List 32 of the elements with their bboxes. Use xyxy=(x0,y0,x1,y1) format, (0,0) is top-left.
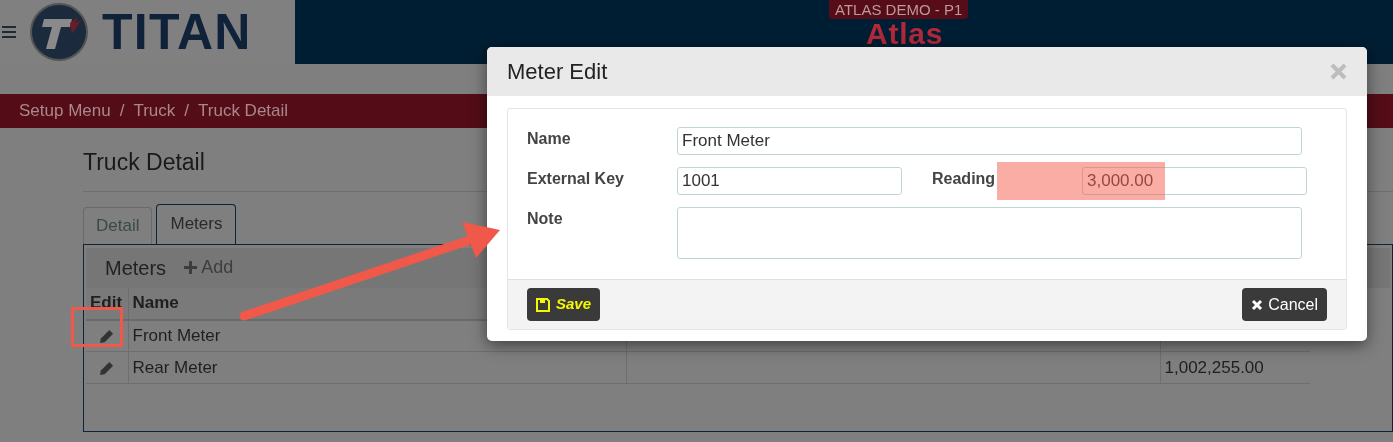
breadcrumb-link[interactable]: Setup Menu xyxy=(19,98,111,124)
field-label: Note xyxy=(527,209,564,229)
app-logo-text: Atlas xyxy=(866,19,944,49)
floppy-icon xyxy=(536,297,550,312)
table-cell: Rear Meter xyxy=(128,351,626,384)
breadcrumb-link[interactable]: Truck xyxy=(133,98,176,124)
breadcrumb-link[interactable]: Truck Detail xyxy=(198,98,289,124)
add-button[interactable]: Add xyxy=(184,254,234,281)
pencil-icon[interactable] xyxy=(99,329,115,344)
close-icon xyxy=(1251,298,1264,311)
input-field[interactable]: Front Meter xyxy=(677,127,1302,155)
field-label: Reading xyxy=(932,169,997,189)
menu-icon[interactable] xyxy=(2,26,16,38)
input-field[interactable]: 3,000.00 xyxy=(1082,167,1307,195)
tab[interactable]: Detail xyxy=(83,206,153,244)
highlight-frame xyxy=(71,307,123,347)
field-label: External Key xyxy=(527,169,625,189)
cancel-button[interactable]: Cancel xyxy=(1242,288,1327,321)
plus-icon xyxy=(184,261,198,274)
input-field[interactable]: 1001 xyxy=(677,167,902,195)
pencil-icon[interactable] xyxy=(99,360,115,376)
save-button[interactable]: Save xyxy=(527,288,601,321)
breadcrumb-separator: / xyxy=(184,100,190,123)
panel-title: Meters xyxy=(105,255,167,281)
field-label: Name xyxy=(527,129,572,149)
logo-icon xyxy=(30,3,88,61)
table-cell: 1,002,255.00 xyxy=(1160,351,1310,384)
breadcrumb-separator: / xyxy=(119,100,125,123)
brand-name: TITAN xyxy=(102,7,252,57)
environment-badge: ATLAS DEMO - P1 xyxy=(829,0,969,19)
dialog-title: Meter Edit xyxy=(507,58,608,86)
tab[interactable]: Meters xyxy=(156,203,237,244)
